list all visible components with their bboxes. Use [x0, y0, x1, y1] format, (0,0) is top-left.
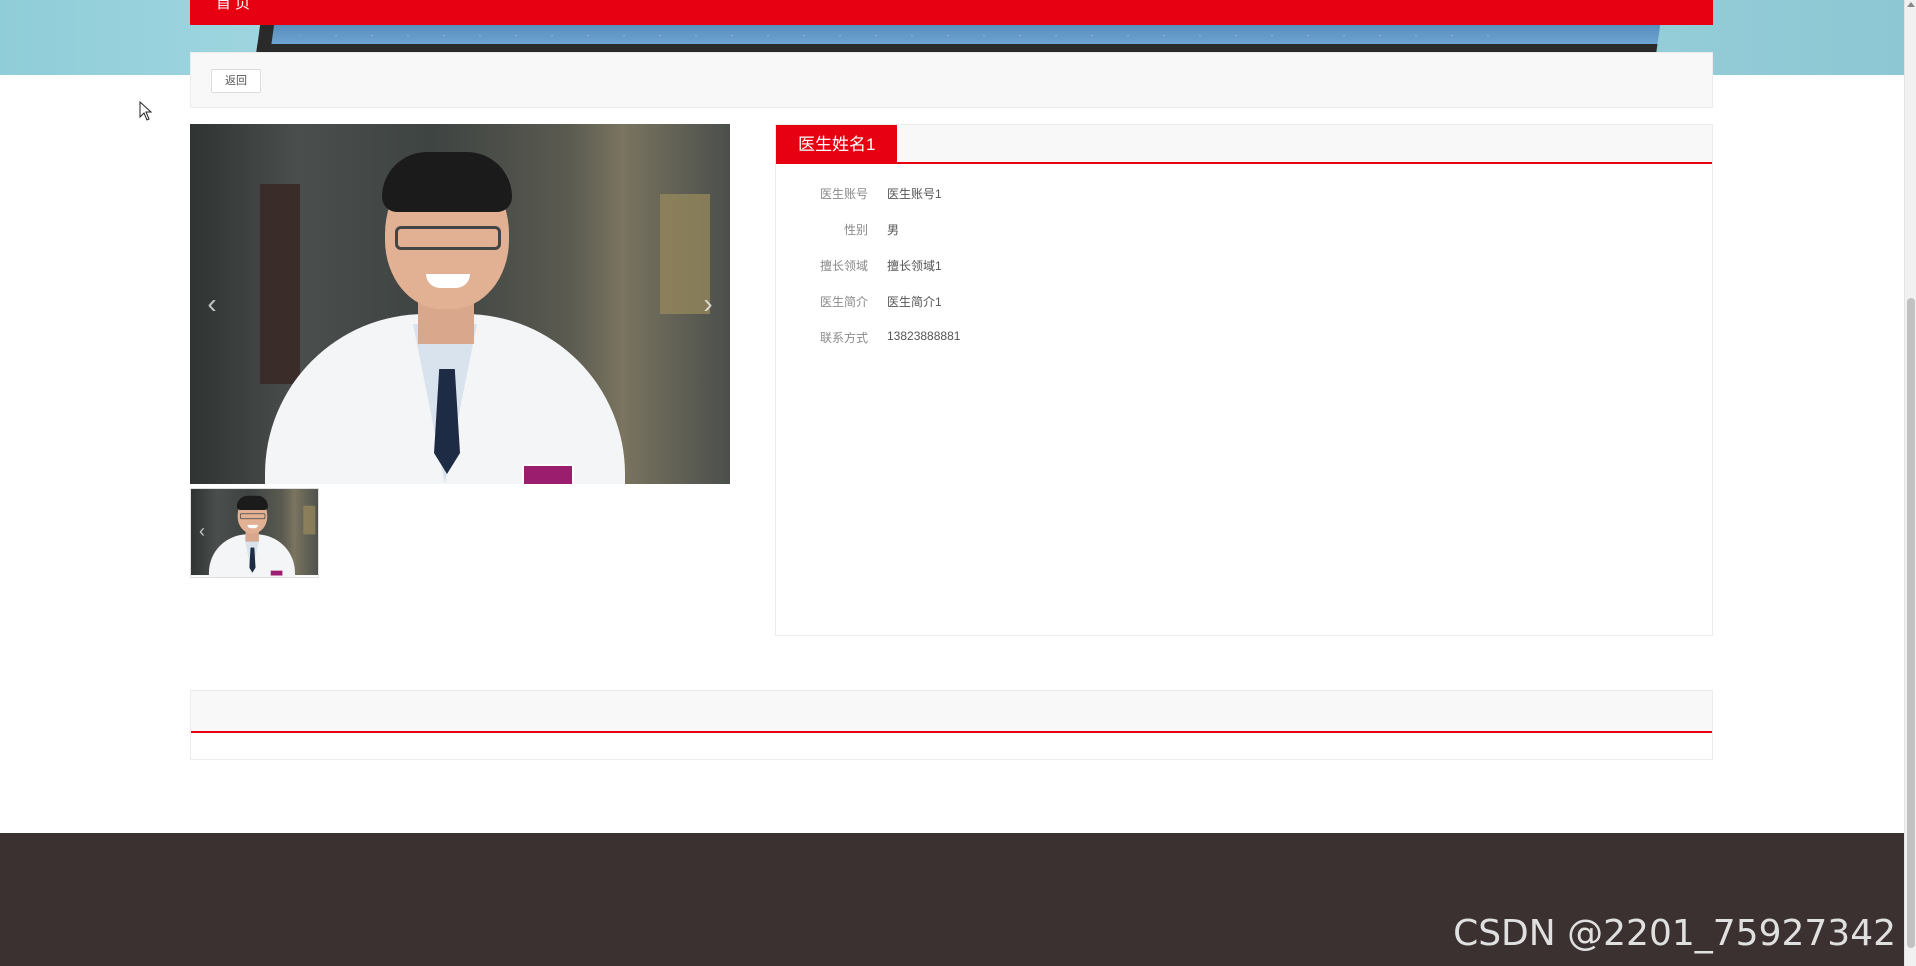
info-label: 性别: [843, 223, 868, 237]
photo-shelf: [260, 184, 300, 384]
back-button[interactable]: 返回: [211, 69, 261, 93]
doctor-info-list: 医生账号 医生账号1 性别 男 擅长领域 擅长领域1 医生简介 医生简介1 联系…: [776, 179, 1712, 359]
info-label: 擅长领域: [819, 259, 868, 273]
info-value: 13823888881: [887, 329, 961, 343]
photo-hair: [382, 152, 512, 212]
info-label: 联系方式: [819, 331, 868, 345]
top-nav-bar: 首页: [190, 0, 1713, 25]
page: 首页 返回 ‹ › ‹ 医生姓名1 医生账号 医生账号1 性别 男 擅长领域 擅…: [0, 0, 1916, 966]
thumbnail-image: [191, 489, 318, 577]
detail-section: [190, 690, 1713, 760]
doctor-name-title: 医生姓名1: [776, 125, 898, 164]
scroll-up-icon[interactable]: [1907, 2, 1915, 7]
photo-thumbnail[interactable]: ‹: [190, 488, 319, 578]
info-row-specialty: 擅长领域 擅长领域1: [776, 251, 1712, 287]
info-value: 擅长领域1: [887, 259, 942, 273]
doctor-photo-slider[interactable]: ‹ ›: [190, 124, 730, 484]
info-row-account: 医生账号 医生账号1: [776, 179, 1712, 215]
photo-name-badge: [522, 464, 574, 484]
info-label: 医生账号: [819, 187, 868, 201]
scrollbar-thumb[interactable]: [1907, 298, 1915, 948]
watermark-text: CSDN @2201_75927342: [1453, 913, 1896, 954]
mouse-pointer-icon: [139, 101, 153, 121]
info-label: 医生简介: [819, 295, 868, 309]
page-scrollbar[interactable]: [1904, 0, 1916, 966]
info-panel-header: 医生姓名1: [776, 125, 1712, 164]
info-value: 医生简介1: [887, 295, 942, 309]
info-value: 男: [887, 223, 900, 237]
info-row-contact: 联系方式 13823888881: [776, 323, 1712, 359]
footer: CSDN @2201_75927342: [0, 833, 1904, 966]
info-row-gender: 性别 男: [776, 215, 1712, 251]
thumbnail-prev-icon[interactable]: ‹: [199, 521, 205, 542]
photo-glasses: [395, 226, 501, 250]
doctor-info-panel: 医生姓名1 医生账号 医生账号1 性别 男 擅长领域 擅长领域1 医生简介 医生…: [775, 124, 1713, 636]
chevron-right-icon[interactable]: ›: [698, 290, 718, 318]
info-value: 医生账号1: [887, 187, 942, 201]
breadcrumb-bar: 返回: [190, 52, 1713, 108]
info-row-intro: 医生简介 医生简介1: [776, 287, 1712, 323]
nav-item-home[interactable]: 首页: [216, 0, 254, 13]
chevron-left-icon[interactable]: ‹: [202, 290, 222, 318]
detail-section-header: [191, 691, 1712, 733]
